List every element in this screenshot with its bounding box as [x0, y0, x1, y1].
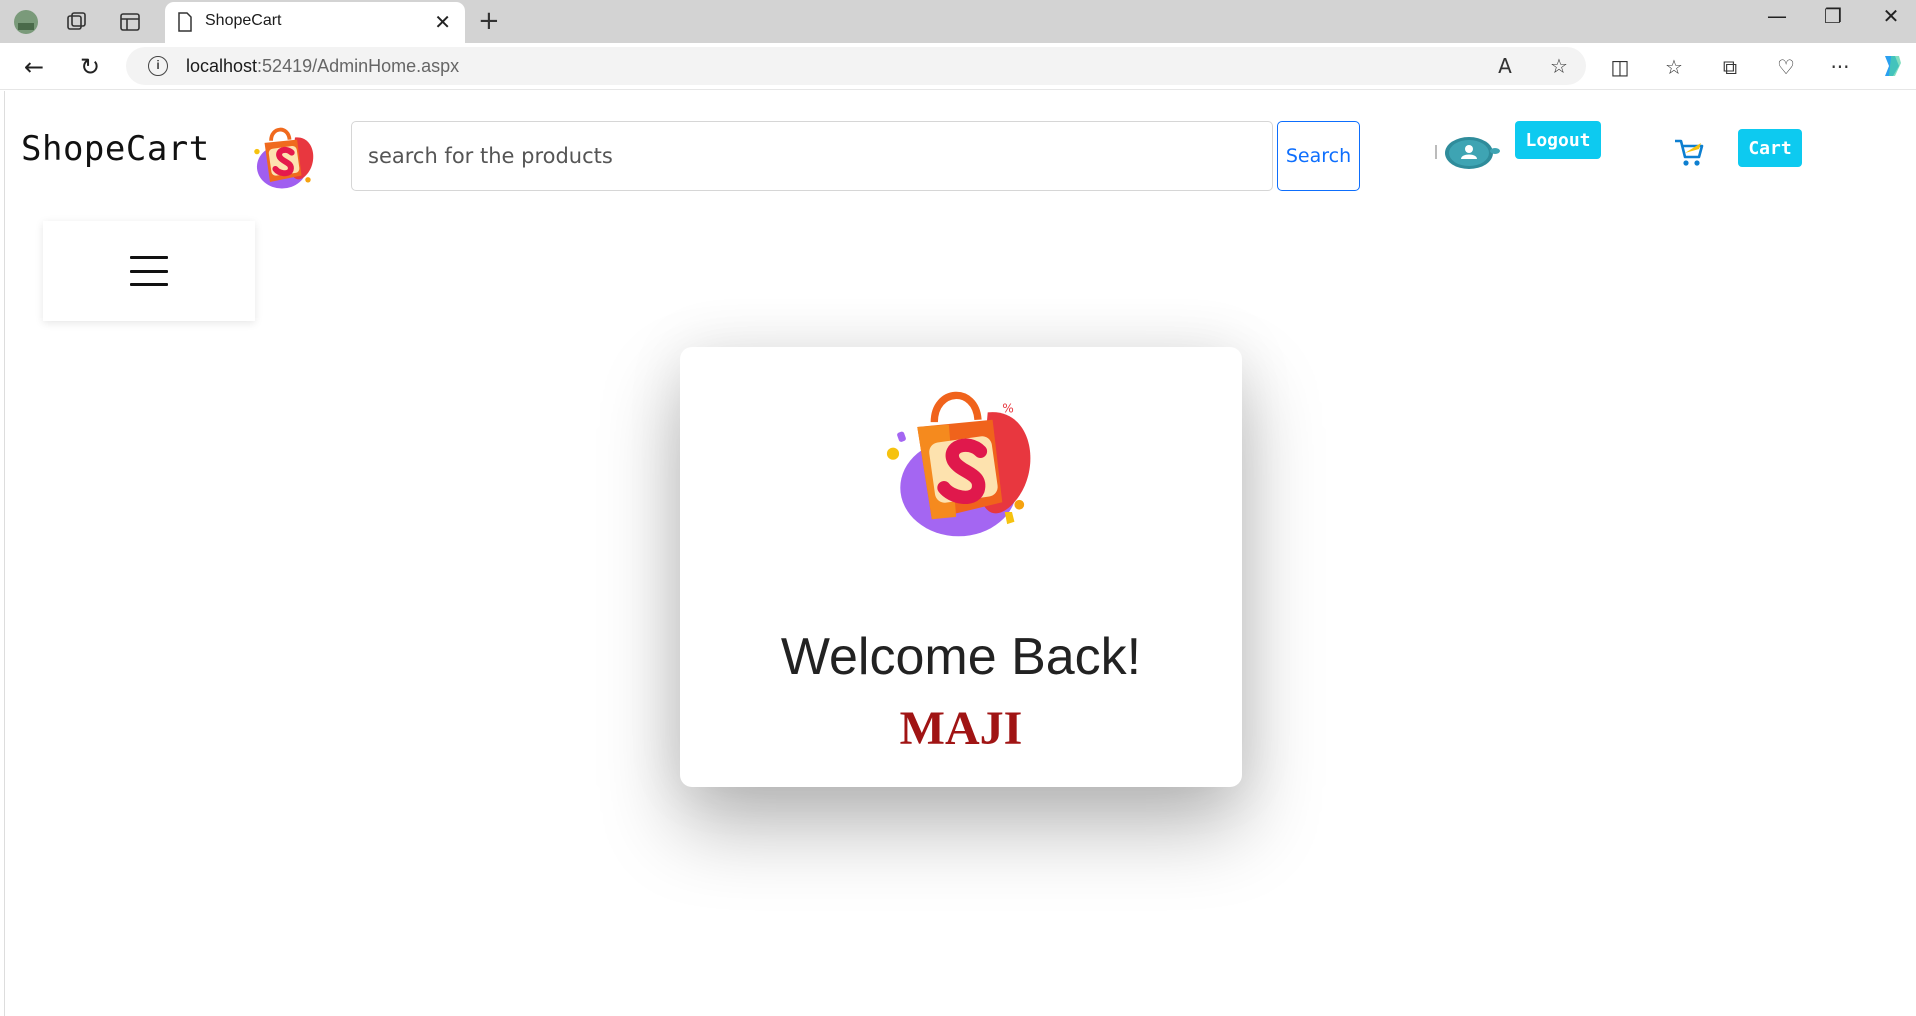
more-options-icon[interactable]: ··· — [1826, 53, 1854, 81]
logout-button[interactable]: Logout — [1515, 121, 1601, 159]
read-aloud-icon[interactable]: A — [1492, 54, 1518, 80]
shopecart-logo-icon[interactable] — [241, 119, 325, 199]
browser-essentials-icon[interactable]: ♡ — [1772, 53, 1800, 81]
back-icon[interactable]: ← — [18, 51, 50, 83]
tab-actions-icon[interactable] — [116, 8, 144, 36]
close-tab-icon[interactable]: ✕ — [434, 10, 451, 34]
address-bar-row: ← ↻ i localhost:52419/AdminHome.aspx A ☆… — [0, 43, 1916, 90]
favorites-icon[interactable]: ☆ — [1660, 53, 1688, 81]
user-avatar-icon[interactable] — [1435, 135, 1501, 175]
search-button[interactable]: Search — [1277, 121, 1360, 191]
new-tab-icon[interactable]: + — [478, 6, 500, 36]
welcome-heading: Welcome Back! — [780, 628, 1142, 686]
shopping-cart-icon[interactable] — [1673, 137, 1705, 171]
close-window-icon[interactable]: ✕ — [1866, 4, 1916, 28]
profile-icon[interactable] — [12, 8, 40, 36]
search-input[interactable] — [351, 121, 1273, 191]
active-tab[interactable]: ShopeCart ✕ — [165, 2, 465, 43]
collections-icon[interactable]: ⧉ — [1716, 53, 1744, 81]
cart-button[interactable]: Cart — [1738, 129, 1802, 167]
hamburger-menu-icon[interactable] — [130, 256, 168, 286]
brand-name[interactable]: ShopeCart — [21, 129, 210, 169]
page-icon — [177, 12, 193, 36]
tab-title: ShopeCart — [205, 12, 282, 29]
split-screen-icon[interactable]: ◫ — [1606, 53, 1634, 81]
page-content: ShopeCart Search Logout — [4, 91, 1916, 1016]
favorite-star-icon[interactable]: ☆ — [1546, 54, 1572, 80]
browser-tab-bar: ShopeCart ✕ + — ❐ ✕ — [0, 0, 1916, 43]
shopecart-large-logo-icon: % — [876, 375, 1046, 551]
url-field[interactable]: i localhost:52419/AdminHome.aspx A ☆ — [126, 47, 1586, 85]
workspaces-icon[interactable] — [63, 8, 91, 36]
svg-text:%: % — [1002, 401, 1014, 415]
menu-toggle[interactable] — [43, 221, 255, 321]
refresh-icon[interactable]: ↻ — [74, 51, 106, 83]
username-label: MAJI — [899, 702, 1023, 755]
url-text: localhost:52419/AdminHome.aspx — [186, 56, 460, 76]
welcome-card: % Welcome Back! MAJI — [680, 347, 1242, 787]
minimize-icon[interactable]: — — [1752, 4, 1802, 28]
restore-icon[interactable]: ❐ — [1808, 4, 1858, 28]
copilot-icon[interactable] — [1878, 53, 1906, 81]
site-info-icon[interactable]: i — [148, 56, 168, 76]
